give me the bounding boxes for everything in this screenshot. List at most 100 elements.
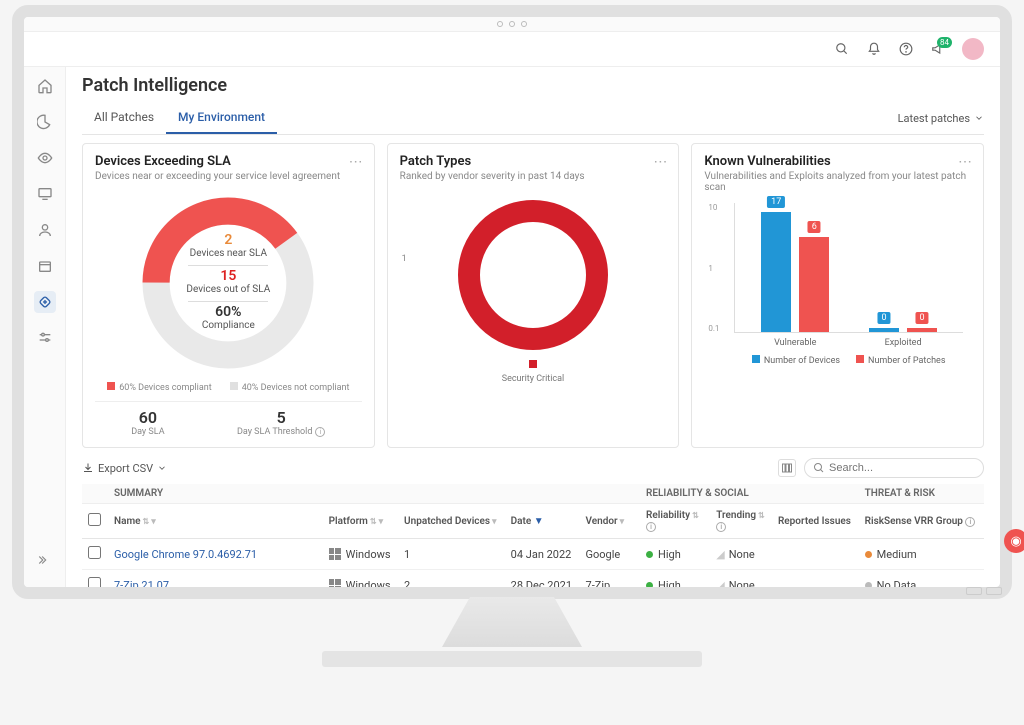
- vuln-bar-chart: 10 1 0.1 17 6 Vulnerable 0: [704, 199, 971, 379]
- info-icon[interactable]: i: [716, 522, 726, 532]
- col-trending[interactable]: Trending⇅i: [710, 504, 772, 539]
- card-sla: ⋯ Devices Exceeding SLA Devices near or …: [82, 143, 375, 448]
- windows-icon: [329, 579, 341, 587]
- export-csv-button[interactable]: Export CSV: [82, 462, 167, 475]
- announcement-icon[interactable]: 84: [930, 41, 946, 57]
- col-vrr[interactable]: RiskSense VRR Group i: [859, 504, 984, 539]
- card-subtitle: Vulnerabilities and Exploits analyzed fr…: [704, 171, 971, 193]
- col-name[interactable]: Name⇅▾: [108, 504, 323, 539]
- select-all-checkbox[interactable]: [88, 513, 101, 526]
- platform-cell: Windows: [329, 579, 392, 588]
- unpatched-cell: 2: [398, 570, 505, 588]
- main-content: Patch Intelligence All Patches My Enviro…: [66, 67, 1000, 587]
- legend-devices: Number of Devices: [764, 356, 840, 366]
- page-title: Patch Intelligence: [82, 75, 984, 96]
- legend-noncompliant: 40% Devices not compliant: [242, 383, 350, 393]
- window-controls: [24, 17, 1000, 32]
- date-cell: 04 Jan 2022: [505, 539, 580, 570]
- ytick: 10: [708, 203, 719, 212]
- group-reliability: RELIABILITY & SOCIAL: [640, 484, 859, 504]
- bar-value: 0: [878, 312, 891, 324]
- columns-icon[interactable]: [778, 459, 796, 477]
- reliability-cell: High: [640, 539, 710, 570]
- sla-donut-chart: 2 Devices near SLA 15 Devices out of SLA…: [133, 188, 323, 378]
- search-box[interactable]: [804, 458, 984, 478]
- card-title: Patch Types: [400, 154, 667, 169]
- row-checkbox[interactable]: [88, 546, 101, 559]
- avatar[interactable]: [962, 38, 984, 60]
- card-more-icon[interactable]: ⋯: [349, 154, 364, 170]
- patch-types-ring: [458, 200, 608, 350]
- sla-out-lbl: Devices out of SLA: [186, 284, 270, 295]
- date-cell: 28 Dec 2021: [505, 570, 580, 588]
- info-icon[interactable]: i: [646, 522, 656, 532]
- bar-value: 0: [916, 312, 929, 324]
- table-row[interactable]: Google Chrome 97.0.4692.71 Windows 104 Jan…: [82, 539, 984, 570]
- sla-out-num: 15: [220, 268, 236, 284]
- patch-name-link[interactable]: 7-Zip 21.07: [108, 570, 323, 588]
- ytick: 0.1: [708, 324, 719, 333]
- patch-name-link[interactable]: Google Chrome 97.0.4692.71: [108, 539, 323, 570]
- ytick: 1: [708, 264, 719, 273]
- search-icon[interactable]: [834, 41, 850, 57]
- sla-comp-lbl: Compliance: [202, 320, 255, 331]
- card-title: Known Vulnerabilities: [704, 154, 971, 169]
- nav-settings-icon[interactable]: [34, 327, 56, 349]
- reported-cell: [772, 539, 859, 570]
- bar-group-label: Exploited: [885, 338, 922, 348]
- tab-my-environment[interactable]: My Environment: [166, 102, 277, 134]
- latest-patches-label: Latest patches: [898, 112, 970, 125]
- unpatched-cell: 1: [398, 539, 505, 570]
- col-reliability[interactable]: Reliability⇅i: [640, 504, 710, 539]
- windows-icon: [329, 548, 341, 560]
- tab-row: All Patches My Environment Latest patche…: [82, 102, 984, 135]
- col-date[interactable]: Date ▼: [505, 504, 580, 539]
- nav-software-icon[interactable]: [34, 255, 56, 277]
- table-row[interactable]: 7-Zip 21.07Windows228 Dec 20217-ZipHigh◢…: [82, 570, 984, 588]
- help-float-button[interactable]: ◉: [1004, 529, 1024, 553]
- bar-group-label: Vulnerable: [774, 338, 816, 348]
- vrr-cell: Medium: [859, 539, 984, 570]
- latest-patches-dropdown[interactable]: Latest patches: [898, 112, 984, 125]
- patches-table: SUMMARY RELIABILITY & SOCIAL THREAT & RI…: [82, 484, 984, 587]
- col-vendor[interactable]: Vendor▾: [580, 504, 641, 539]
- legend-patches: Number of Patches: [868, 356, 945, 366]
- vrr-cell: No Data: [859, 570, 984, 588]
- search-input[interactable]: [829, 462, 975, 474]
- platform-cell: Windows: [329, 548, 392, 561]
- bar-value: 6: [808, 221, 821, 233]
- app-window: 84 Patch Intelligence All Patches My Env…: [12, 5, 1012, 599]
- export-label: Export CSV: [98, 462, 153, 475]
- ring-y-value: 1: [402, 254, 407, 264]
- nav-devices-icon[interactable]: [34, 183, 56, 205]
- nav-home-icon[interactable]: [34, 75, 56, 97]
- info-icon[interactable]: i: [965, 517, 975, 527]
- vendor-cell: 7-Zip: [580, 570, 641, 588]
- col-reported[interactable]: Reported Issues: [772, 504, 859, 539]
- tab-all-patches[interactable]: All Patches: [82, 102, 166, 134]
- nav-reports-icon[interactable]: [34, 111, 56, 133]
- sla-legend: 60% Devices compliant 40% Devices not co…: [95, 382, 362, 393]
- bar-value: 17: [767, 196, 785, 208]
- info-icon[interactable]: i: [315, 427, 325, 437]
- side-nav: [24, 67, 66, 587]
- nav-eye-icon[interactable]: [34, 147, 56, 169]
- card-subtitle: Ranked by vendor severity in past 14 day…: [400, 171, 667, 182]
- vendor-cell: Google: [580, 539, 641, 570]
- card-more-icon[interactable]: ⋯: [653, 154, 668, 170]
- ring-legend-swatch: [529, 360, 537, 368]
- help-icon[interactable]: [898, 41, 914, 57]
- nav-users-icon[interactable]: [34, 219, 56, 241]
- card-more-icon[interactable]: ⋯: [958, 154, 973, 170]
- ring-legend-label: Security Critical: [400, 374, 667, 384]
- nav-expand-icon[interactable]: [34, 553, 56, 575]
- legend-compliant: 60% Devices compliant: [119, 383, 211, 393]
- bell-icon[interactable]: [866, 41, 882, 57]
- reported-cell: [772, 570, 859, 588]
- nav-patch-icon[interactable]: [34, 291, 56, 313]
- col-unpatched[interactable]: Unpatched Devices▾: [398, 504, 505, 539]
- col-platform[interactable]: Platform⇅▾: [323, 504, 398, 539]
- card-vulnerabilities: ⋯ Known Vulnerabilities Vulnerabilities …: [691, 143, 984, 448]
- row-checkbox[interactable]: [88, 577, 101, 587]
- metric-day-sla-lbl: Day SLA: [131, 427, 164, 437]
